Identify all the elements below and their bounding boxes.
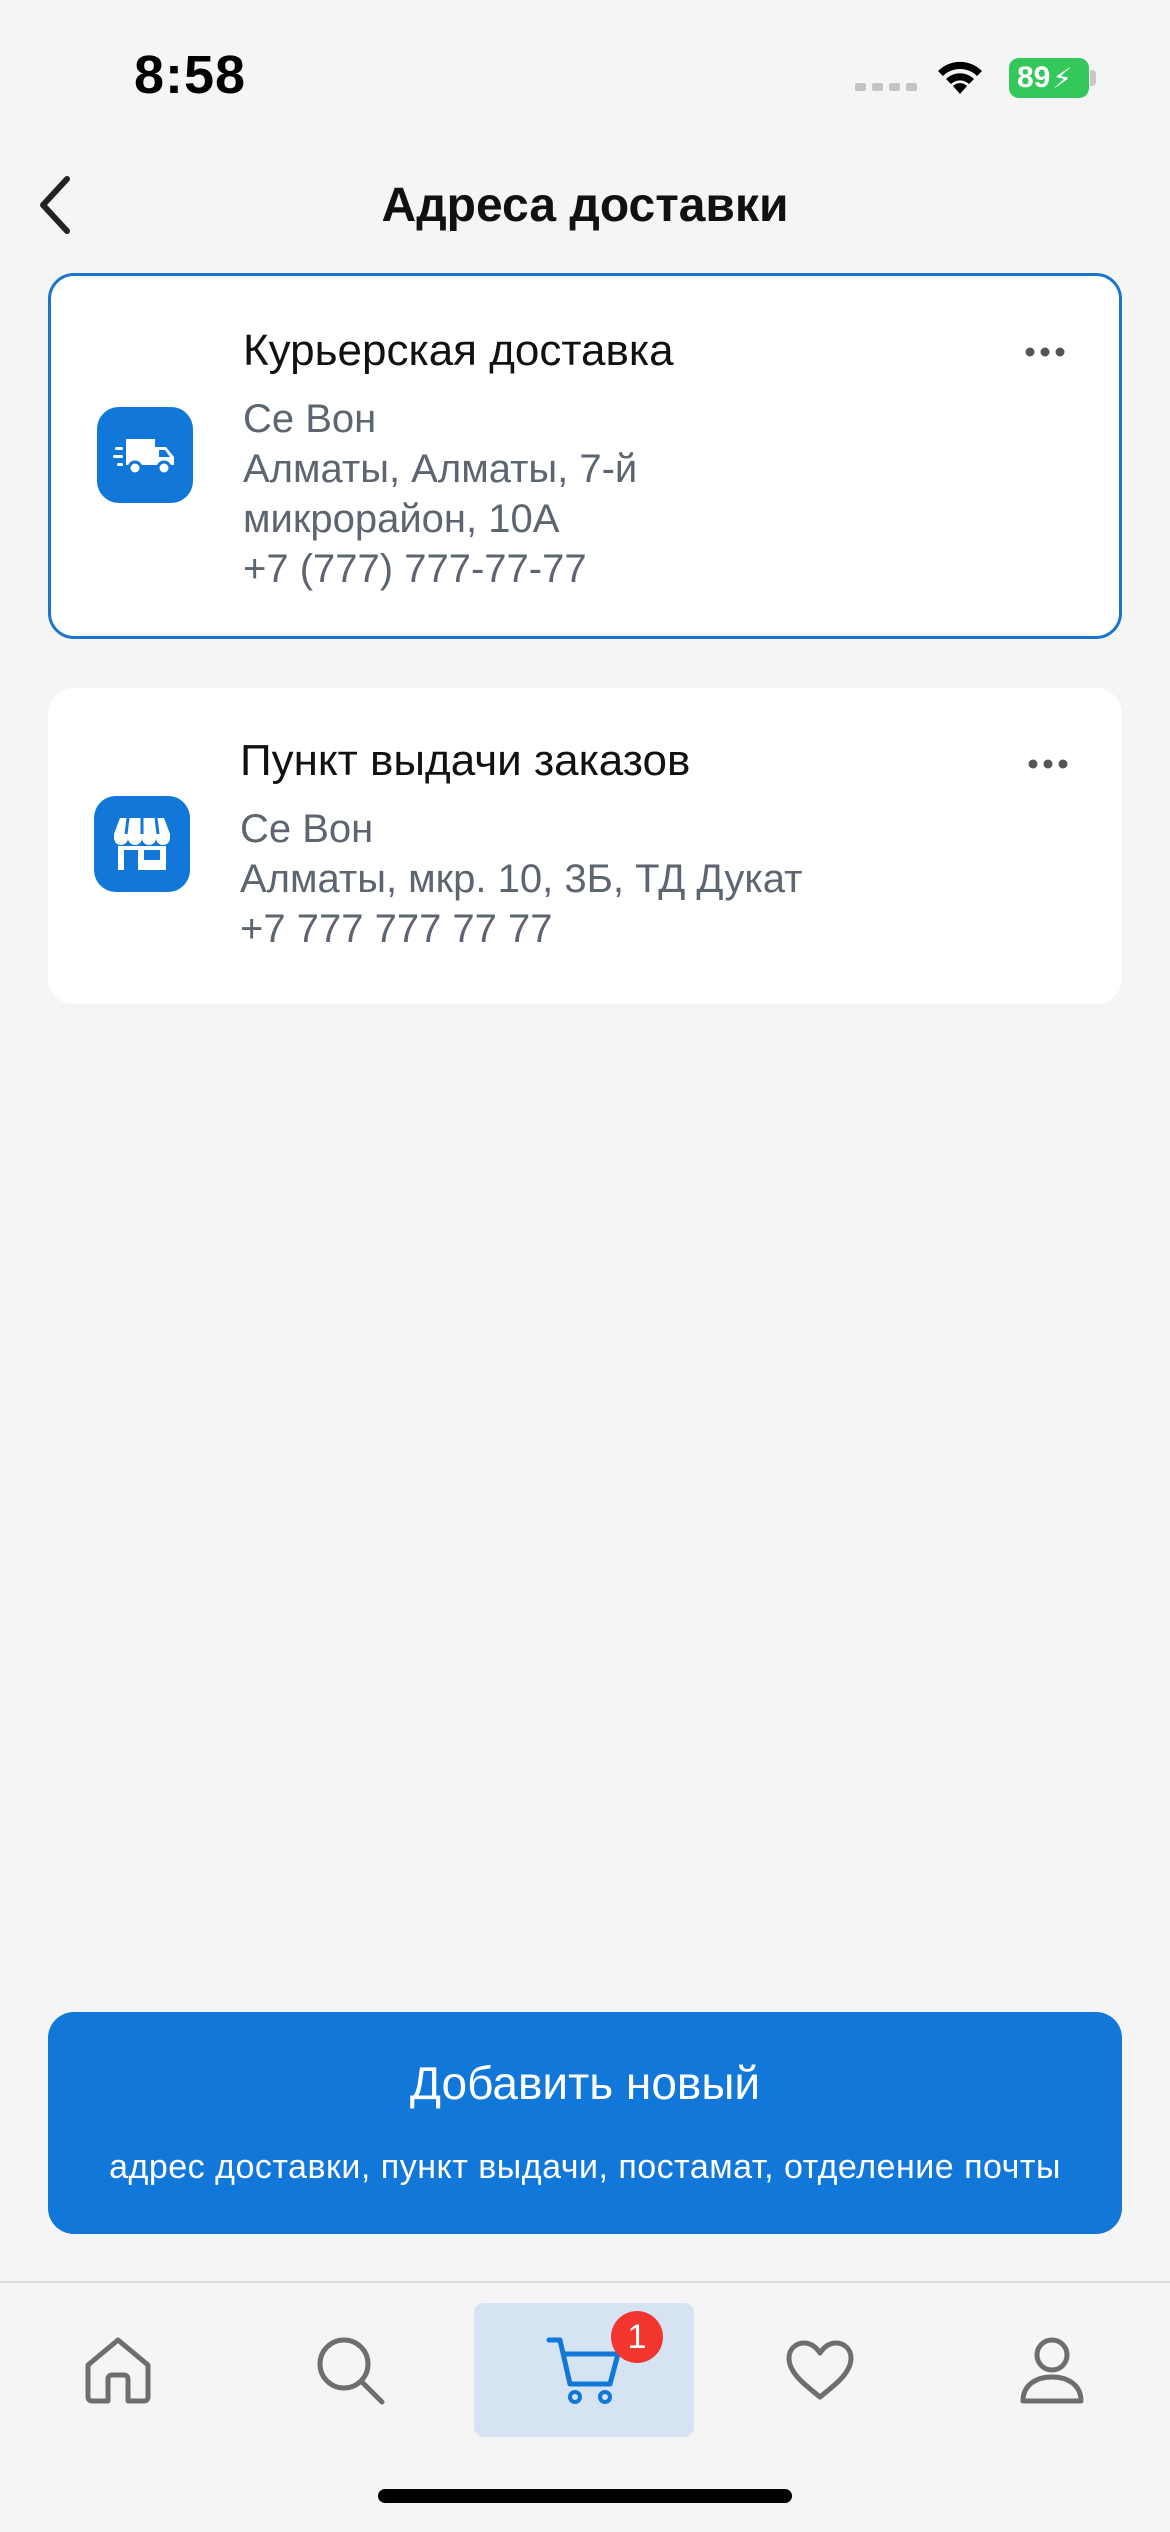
home-icon — [85, 2337, 151, 2404]
battery-level: 89 — [1017, 61, 1051, 94]
address-line: микрорайон, 10А — [243, 497, 560, 541]
address-card-pickup-point[interactable]: Пункт выдачи заказов Се Вон Алматы, мкр.… — [48, 688, 1122, 1004]
address-line: Алматы, мкр. 10, 3Б, ТД Дукат — [240, 857, 803, 901]
more-options-button[interactable] — [1015, 332, 1075, 372]
charging-bolt-icon: ⚡ — [1052, 62, 1073, 94]
card-title: Пункт выдачи заказов — [240, 736, 691, 785]
tab-search[interactable] — [240, 2303, 460, 2437]
cellular-signal-icon — [855, 83, 917, 91]
card-title: Курьерская доставка — [243, 326, 674, 375]
profile-icon — [1020, 2337, 1084, 2404]
phone-number: +7 777 777 77 77 — [240, 907, 553, 951]
status-time: 8:58 — [134, 45, 247, 105]
card-icon-badge — [97, 407, 193, 503]
tab-favorites[interactable] — [710, 2303, 930, 2437]
home-indicator — [378, 2489, 792, 2503]
screen: 8:58 89 ⚡ Адреса доставки Курьерская дос… — [0, 0, 1170, 2532]
ellipsis-icon — [1028, 759, 1068, 769]
status-bar: 8:58 89 ⚡ — [0, 0, 1170, 150]
address-line: Алматы, Алматы, 7-й — [243, 447, 638, 491]
storefront-icon — [114, 817, 170, 870]
ellipsis-icon — [1025, 347, 1065, 357]
card-details: Се Вон Алматы, Алматы, 7-й микрорайон, 1… — [243, 394, 963, 594]
delivery-truck-icon — [113, 439, 174, 476]
wifi-icon — [938, 61, 982, 94]
add-new-address-button[interactable]: Добавить новый адрес доставки, пункт выд… — [48, 2012, 1122, 2234]
search-icon — [317, 2337, 385, 2405]
address-card-courier[interactable]: Курьерская доставка Се Вон Алматы, Алмат… — [48, 273, 1122, 639]
battery-indicator: 89 ⚡ — [1009, 58, 1089, 98]
tab-home[interactable] — [8, 2303, 228, 2437]
recipient-name: Се Вон — [243, 397, 377, 441]
phone-number: +7 (777) 777-77-77 — [243, 547, 587, 591]
add-button-subtitle: адрес доставки, пункт выдачи, постамат, … — [109, 2148, 1061, 2186]
cart-icon — [546, 2337, 621, 2404]
recipient-name: Се Вон — [240, 807, 374, 851]
page-title: Адреса доставки — [381, 179, 789, 232]
tab-profile[interactable] — [942, 2303, 1162, 2437]
battery-tip — [1090, 70, 1096, 86]
cart-count-badge: 1 — [611, 2311, 663, 2363]
add-button-title: Добавить новый — [409, 2057, 761, 2109]
heart-icon — [786, 2340, 854, 2400]
more-options-button[interactable] — [1018, 744, 1078, 784]
card-icon-badge — [94, 796, 190, 892]
card-details: Се Вон Алматы, мкр. 10, 3Б, ТД Дукат +7 … — [240, 804, 960, 954]
navigation-bar: Адреса доставки — [0, 160, 1170, 250]
tab-cart[interactable]: 1 — [474, 2303, 694, 2437]
